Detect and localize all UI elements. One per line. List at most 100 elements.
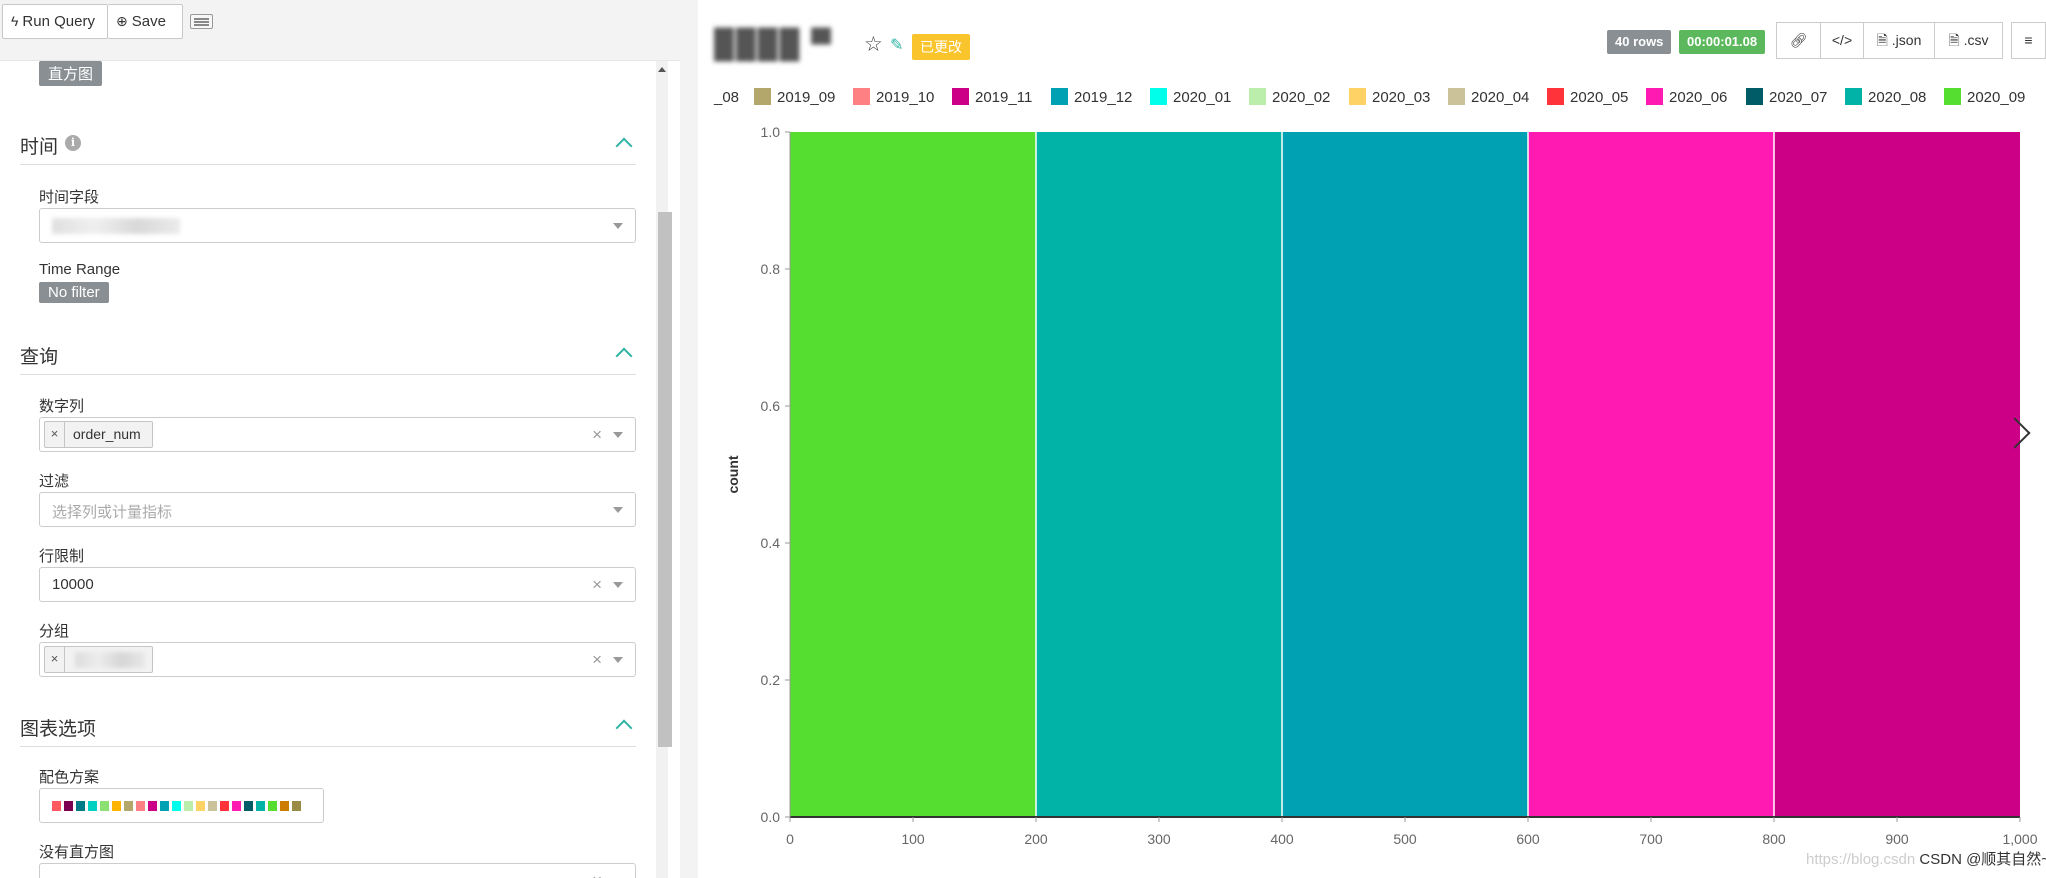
plus-circle-icon: ⊕ <box>116 13 128 29</box>
y-tick-label: 0.2 <box>761 672 781 688</box>
x-tick-label: 400 <box>1270 831 1294 847</box>
y-tick-label: 1.0 <box>761 124 781 140</box>
color-swatch <box>184 801 193 811</box>
viz-type-badge[interactable]: 直方图 <box>39 61 103 86</box>
x-tick-label: 0 <box>786 831 794 847</box>
info-icon[interactable]: i <box>65 135 81 151</box>
chevron-up-icon[interactable] <box>615 137 633 155</box>
color-swatch <box>196 801 205 811</box>
x-tick-label: 500 <box>1393 831 1417 847</box>
selected-tag: × order_num <box>44 421 153 448</box>
color-swatch <box>100 801 109 811</box>
y-tick-label: 0.0 <box>761 809 781 825</box>
color-swatch <box>64 801 73 811</box>
bolt-icon: ϟ <box>11 13 19 29</box>
histogram-bar[interactable] <box>1528 132 1774 817</box>
numeric-cols-select[interactable]: × order_num × <box>39 417 636 452</box>
time-range-label: Time Range <box>39 261 121 278</box>
no-hist-label: 没有直方图 <box>39 844 115 861</box>
section-divider <box>20 164 636 165</box>
chevron-up-icon[interactable] <box>615 347 633 365</box>
color-swatch <box>208 801 217 811</box>
run-query-button[interactable]: ϟ Run Query <box>2 4 108 39</box>
no-hist-select[interactable]: × <box>39 863 636 878</box>
x-tick-label: 100 <box>901 831 925 847</box>
panel-divider <box>680 0 698 878</box>
color-swatch <box>76 801 85 811</box>
color-swatch <box>256 801 265 811</box>
x-tick-label: 900 <box>1885 831 1909 847</box>
color-scheme-label: 配色方案 <box>39 769 100 786</box>
save-label: Save <box>131 13 166 30</box>
color-swatch <box>268 801 277 811</box>
selected-tag: × <box>44 646 153 673</box>
y-tick-label: 0.4 <box>761 535 781 551</box>
watermark-url: https://blog.csdn <box>1806 851 1916 868</box>
caret-down-icon <box>613 582 623 588</box>
groupby-label: 分组 <box>39 623 70 640</box>
histogram-bar[interactable] <box>1282 132 1528 817</box>
y-axis-label: count <box>725 455 741 493</box>
control-form: 直方图 时间 i 时间字段 Time Range No filter 查询 数字… <box>0 61 668 878</box>
groupby-select[interactable]: × × <box>39 642 636 677</box>
time-field-label: 时间字段 <box>39 189 100 206</box>
color-swatch <box>112 801 121 811</box>
scrollbar-thumb[interactable] <box>658 212 672 747</box>
watermark: https://blog.csdn CSDN @顺其自然~ <box>1806 848 2046 869</box>
redacted-value <box>52 218 180 234</box>
save-button[interactable]: ⊕ Save <box>108 4 183 39</box>
color-scheme-select[interactable] <box>39 788 324 823</box>
color-swatch <box>172 801 181 811</box>
chart-panel: ████ ▀ ☆ ✎ 已更改 40 rows 00:00:01.08 🔗︎ </… <box>698 0 2046 878</box>
clear-icon[interactable]: × <box>592 575 602 595</box>
row-limit-select[interactable]: 10000 × <box>39 567 636 602</box>
color-swatch <box>52 801 61 811</box>
caret-down-icon <box>613 507 623 513</box>
clear-icon[interactable]: × <box>592 650 602 670</box>
row-limit-value: 10000 <box>52 576 94 593</box>
section-title-chart-options[interactable]: 图表选项 <box>20 714 96 741</box>
row-limit-label: 行限制 <box>39 548 85 565</box>
x-tick-label: 1,000 <box>2002 831 2037 847</box>
color-swatch <box>136 801 145 811</box>
section-divider <box>20 374 636 375</box>
section-title-query[interactable]: 查询 <box>20 342 58 369</box>
caret-down-icon <box>613 432 623 438</box>
control-panel: ϟ Run Query ⊕ Save 直方图 时间 i 时间字段 Time Rang… <box>0 0 680 878</box>
redacted-value <box>75 652 145 668</box>
histogram-bar[interactable] <box>1774 132 2020 817</box>
caret-down-icon <box>613 223 623 229</box>
caret-down-icon <box>613 657 623 663</box>
x-tick-label: 600 <box>1516 831 1540 847</box>
color-swatch <box>232 801 241 811</box>
numeric-cols-label: 数字列 <box>39 398 85 415</box>
y-tick-label: 0.6 <box>761 398 781 414</box>
keyboard-icon[interactable] <box>190 14 213 29</box>
filter-label: 过滤 <box>39 473 70 490</box>
color-swatch <box>244 801 253 811</box>
color-swatch <box>88 801 97 811</box>
x-tick-label: 700 <box>1639 831 1663 847</box>
time-field-select[interactable] <box>39 208 636 243</box>
color-swatch <box>124 801 133 811</box>
x-tick-label: 300 <box>1147 831 1171 847</box>
watermark-text: CSDN @顺其自然~ <box>1919 851 2046 868</box>
clear-icon[interactable]: × <box>592 425 602 445</box>
y-tick-label: 0.8 <box>761 261 781 277</box>
filter-placeholder: 选择列或计量指标 <box>52 504 173 521</box>
remove-tag-icon[interactable]: × <box>45 422 65 447</box>
histogram-bar[interactable] <box>790 132 1036 817</box>
chevron-up-icon[interactable] <box>615 719 633 737</box>
section-title-time[interactable]: 时间 <box>20 132 58 159</box>
color-swatch <box>148 801 157 811</box>
filter-select[interactable]: 选择列或计量指标 <box>39 492 636 527</box>
scroll-up-icon[interactable] <box>658 67 666 72</box>
color-swatch <box>280 801 289 811</box>
remove-tag-icon[interactable]: × <box>45 647 65 672</box>
histogram-bar[interactable] <box>1036 132 1282 817</box>
histogram-chart: 0.0 0.2 0.4 0.6 0.8 1.0 0 100 200 300 400 500 600 700… <box>725 124 2038 847</box>
x-tick-label: 200 <box>1024 831 1048 847</box>
clear-icon[interactable]: × <box>592 871 602 878</box>
run-query-label: Run Query <box>22 13 95 30</box>
time-range-filter[interactable]: No filter <box>39 282 109 303</box>
